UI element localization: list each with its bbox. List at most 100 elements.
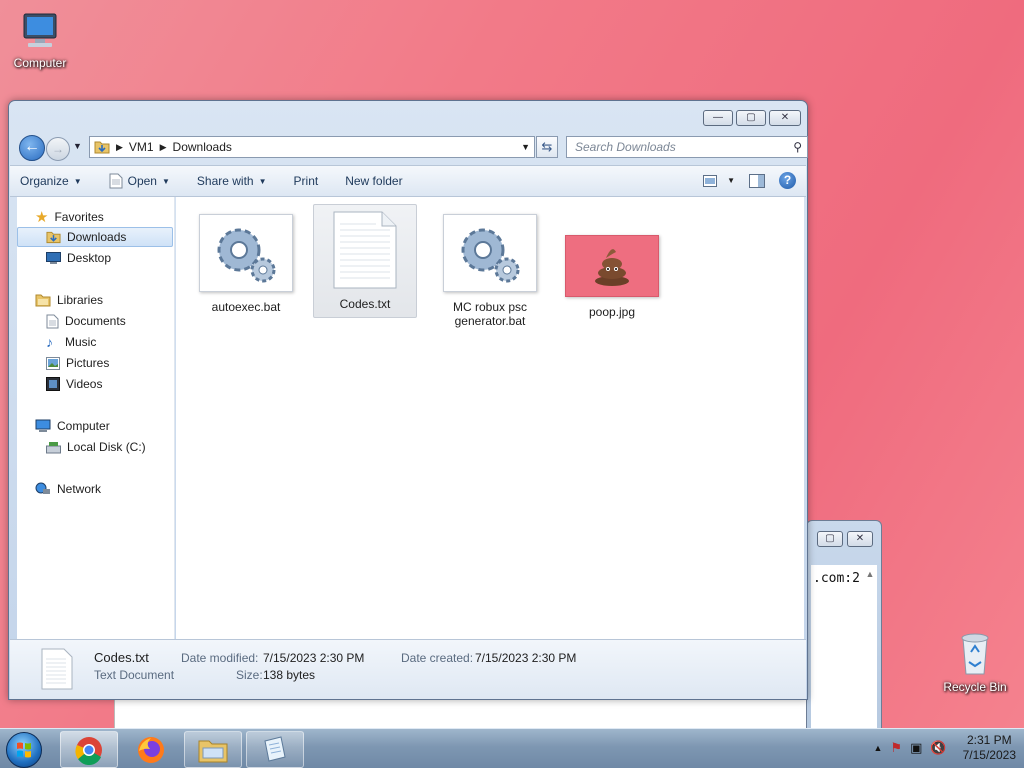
file-name: MC robux psc generator.bat bbox=[452, 300, 528, 328]
maximize-button[interactable]: ▢ bbox=[736, 110, 766, 126]
nav-libraries-label: Libraries bbox=[57, 293, 104, 307]
change-view-button[interactable]: ▼ bbox=[703, 174, 735, 187]
recycle-bin-icon bbox=[961, 633, 989, 675]
bg-close-button[interactable]: ✕ bbox=[847, 531, 873, 547]
file-name: autoexec.bat bbox=[211, 300, 281, 314]
desktop-computer-label: Computer bbox=[13, 56, 67, 70]
gears-icon bbox=[199, 214, 293, 292]
address-dropdown-icon[interactable]: ▼ bbox=[521, 142, 530, 152]
show-hidden-icons-icon[interactable]: ▲ bbox=[874, 743, 883, 753]
chevron-down-icon: ▼ bbox=[258, 176, 267, 186]
details-created-label: Date created: bbox=[401, 651, 474, 665]
nav-videos-label: Videos bbox=[66, 377, 103, 391]
minimize-button[interactable]: — bbox=[703, 110, 733, 126]
recent-pages-dropdown-icon[interactable]: ▼ bbox=[73, 141, 82, 151]
local-disk-icon bbox=[46, 441, 61, 453]
action-center-icon[interactable]: ⚑ bbox=[890, 740, 902, 756]
gears-icon bbox=[443, 214, 537, 292]
text-document-icon bbox=[41, 648, 73, 690]
clock-date: 7/15/2023 bbox=[962, 748, 1016, 762]
view-icon bbox=[703, 174, 718, 187]
details-modified-value: 7/15/2023 2:30 PM bbox=[263, 651, 365, 665]
text-document-icon bbox=[318, 211, 412, 289]
chrome-icon bbox=[75, 736, 102, 765]
details-pane: Codes.txt Text Document Date modified: 7… bbox=[10, 639, 806, 699]
computer-icon bbox=[35, 419, 51, 432]
nav-videos[interactable]: Videos bbox=[46, 374, 173, 394]
forward-button[interactable]: → bbox=[46, 137, 70, 161]
nav-pictures-label: Pictures bbox=[66, 356, 110, 370]
nav-downloads-label: Downloads bbox=[67, 230, 127, 244]
file-codes-txt[interactable]: Codes.txt bbox=[313, 204, 417, 318]
documents-icon bbox=[46, 314, 59, 328]
background-notepad-window[interactable]: ▢ ✕ .com:2 ▲ bbox=[806, 520, 882, 730]
nav-music-label: Music bbox=[65, 335, 97, 349]
taskbar-firefox-button[interactable] bbox=[122, 731, 180, 768]
taskbar-explorer-button[interactable] bbox=[184, 731, 242, 768]
folder-download-icon bbox=[94, 141, 110, 154]
file-poop-jpg[interactable]: poop.jpg bbox=[560, 207, 664, 319]
explorer-window: — ▢ ✕ ← → ▼ ▶ VM1 ▶ Downloads ▼ ⇆ Search… bbox=[8, 100, 808, 700]
network-status-icon[interactable]: ▣ bbox=[910, 740, 922, 756]
details-size-label: Size: bbox=[236, 668, 263, 682]
file-mc-robux-bat[interactable]: MC robux psc generator.bat bbox=[438, 207, 542, 328]
back-button[interactable]: ← bbox=[19, 135, 45, 161]
breadcrumb-downloads[interactable]: Downloads bbox=[173, 140, 232, 154]
videos-icon bbox=[46, 377, 60, 391]
nav-pictures[interactable]: Pictures bbox=[46, 353, 173, 373]
desktop-computer-icon[interactable]: Computer bbox=[0, 8, 80, 70]
organize-button[interactable]: Organize ▼ bbox=[20, 174, 82, 188]
file-autoexec-bat[interactable]: autoexec.bat bbox=[194, 207, 298, 314]
preview-pane-icon[interactable] bbox=[749, 173, 765, 188]
nav-documents[interactable]: Documents bbox=[46, 311, 173, 331]
breadcrumb-vm1[interactable]: VM1 bbox=[129, 140, 154, 154]
refresh-button[interactable]: ⇆ bbox=[536, 136, 558, 158]
bg-maximize-button[interactable]: ▢ bbox=[817, 531, 843, 547]
organize-label: Organize bbox=[20, 174, 69, 188]
computer-icon bbox=[23, 13, 57, 47]
desktop-recycle-bin-label: Recycle Bin bbox=[943, 680, 1007, 694]
breadcrumb-separator-icon[interactable]: ▶ bbox=[116, 142, 123, 153]
breadcrumb-separator-icon[interactable]: ▶ bbox=[160, 142, 167, 153]
search-icon[interactable]: ⚲ bbox=[793, 137, 802, 157]
new-folder-button[interactable]: New folder bbox=[345, 174, 402, 188]
nav-downloads[interactable]: Downloads bbox=[17, 227, 173, 247]
nav-libraries[interactable]: Libraries bbox=[35, 290, 173, 310]
navigation-pane: ★ Favorites Downloads Desktop Libraries bbox=[17, 197, 175, 639]
taskbar-notepad-button[interactable] bbox=[246, 731, 304, 768]
details-file-type: Text Document bbox=[94, 668, 175, 682]
network-icon bbox=[35, 482, 50, 494]
nav-desktop[interactable]: Desktop bbox=[46, 248, 173, 268]
share-with-button[interactable]: Share with ▼ bbox=[197, 174, 267, 188]
start-button[interactable] bbox=[6, 732, 42, 768]
search-input[interactable]: Search Downloads ⚲ bbox=[566, 136, 808, 158]
details-size-value: 138 bytes bbox=[263, 668, 316, 682]
help-icon[interactable]: ? bbox=[779, 172, 796, 189]
nav-documents-label: Documents bbox=[65, 314, 126, 328]
desktop-recycle-bin[interactable]: Recycle Bin bbox=[935, 630, 1015, 694]
nav-local-disk[interactable]: Local Disk (C:) bbox=[46, 437, 173, 457]
nav-music[interactable]: ♪ Music bbox=[46, 332, 173, 352]
clock[interactable]: 2:31 PM 7/15/2023 bbox=[963, 733, 1016, 763]
firefox-icon bbox=[138, 736, 164, 763]
clock-time: 2:31 PM bbox=[966, 733, 1012, 747]
print-button[interactable]: Print bbox=[294, 174, 319, 188]
details-modified-label: Date modified: bbox=[181, 651, 259, 665]
address-row: ← → ▼ ▶ VM1 ▶ Downloads ▼ ⇆ Search Downl… bbox=[17, 135, 808, 161]
taskbar-chrome-button[interactable] bbox=[60, 731, 118, 768]
windows-logo-icon bbox=[17, 742, 31, 758]
file-list-pane: autoexec.bat Codes.txt MC robux psc gene… bbox=[176, 197, 804, 639]
nav-favorites[interactable]: ★ Favorites bbox=[35, 207, 165, 227]
volume-muted-icon[interactable]: 🔇 bbox=[930, 740, 946, 756]
close-button[interactable]: ✕ bbox=[769, 110, 801, 126]
nav-network[interactable]: Network bbox=[35, 479, 173, 499]
system-tray: ▲ ⚑ ▣ 🔇 2:31 PM 7/15/2023 bbox=[874, 733, 1016, 763]
address-bar[interactable]: ▶ VM1 ▶ Downloads ▼ bbox=[89, 136, 535, 158]
open-button[interactable]: Open ▼ bbox=[109, 173, 170, 189]
libraries-icon bbox=[35, 294, 51, 307]
nav-computer[interactable]: Computer bbox=[35, 416, 173, 436]
chevron-down-icon: ▼ bbox=[161, 176, 170, 186]
bg-scroll-up-icon[interactable]: ▲ bbox=[863, 569, 877, 579]
pictures-icon bbox=[46, 356, 60, 370]
bg-window-text: .com:2 bbox=[811, 565, 877, 729]
